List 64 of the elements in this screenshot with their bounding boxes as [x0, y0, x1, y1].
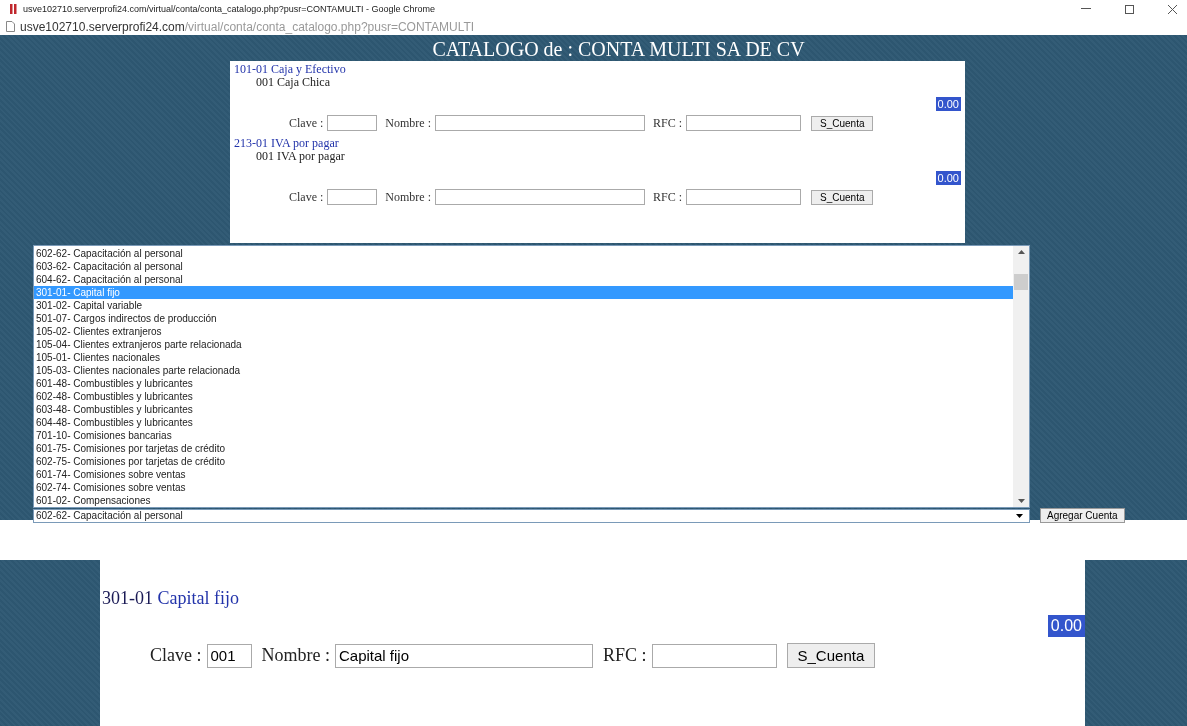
- field-label: RFC :: [653, 189, 682, 205]
- list-option[interactable]: 601-48- Combustibles y lubricantes: [34, 377, 1013, 390]
- text-field[interactable]: [651, 643, 777, 668]
- page-icon: [6, 21, 15, 32]
- list-option[interactable]: 301-02- Capital variable: [34, 299, 1013, 312]
- list-option[interactable]: 602-75- Comisiones por tarjetas de crédito: [34, 455, 1013, 468]
- text-field[interactable]: [686, 189, 801, 205]
- text-field[interactable]: Capital fijo: [335, 643, 593, 668]
- subaccount-label: 001 Caja Chica: [255, 76, 331, 89]
- list-option[interactable]: 604-48- Combustibles y lubricantes: [34, 416, 1013, 429]
- list-option[interactable]: 603-48- Combustibles y lubricantes: [34, 403, 1013, 416]
- address-url[interactable]: usve102710.serverprofi24.com/virtual/conta/conta_catalogo.php?pusr=CONTAMULTI: [20, 19, 475, 34]
- scrollbar-thumb[interactable]: [1014, 274, 1028, 290]
- minimize-icon[interactable]: [1081, 8, 1091, 10]
- scroll-up-icon[interactable]: [1017, 250, 1025, 254]
- account-heading: 213-01 IVA por pagar: [234, 137, 340, 150]
- list-option[interactable]: 105-02- Clientes extranjeros: [34, 325, 1013, 338]
- field-label: Clave :: [150, 645, 202, 666]
- account-heading: 101-01 Caja y Efectivo: [234, 63, 347, 76]
- add-account-button[interactable]: Agregar Cuenta: [1040, 508, 1125, 523]
- scrollbar[interactable]: [1013, 246, 1029, 507]
- text-field[interactable]: [686, 115, 801, 131]
- scroll-down-icon[interactable]: [1017, 499, 1025, 503]
- amount-badge: 0.00: [1047, 615, 1085, 637]
- list-option[interactable]: 604-62- Capacitación al personal: [34, 273, 1013, 286]
- app-icon: [10, 4, 17, 14]
- s-cuenta-button[interactable]: S_Cuenta: [811, 189, 874, 205]
- account-heading: 301-01 Capital fijo: [102, 588, 240, 609]
- s-cuenta-button[interactable]: S_Cuenta: [786, 643, 876, 668]
- list-option[interactable]: 701-10- Comisiones bancarias: [34, 429, 1013, 442]
- field-label: Nombre :: [385, 115, 431, 131]
- list-option[interactable]: 601-74- Comisiones sobre ventas: [34, 468, 1013, 481]
- field-label: Clave :: [289, 189, 324, 205]
- list-option[interactable]: 105-03- Clientes nacionales parte relacionada: [34, 364, 1013, 377]
- text-field[interactable]: [435, 115, 645, 131]
- window-title: usve102710.serverprofi24.com/virtual/conta/conta_catalogo.php?pusr=CONTAMULTI - Google Chrome: [23, 4, 437, 14]
- field-label: RFC :: [653, 115, 682, 131]
- close-icon[interactable]: [1168, 4, 1177, 14]
- text-field[interactable]: [435, 189, 645, 205]
- text-field[interactable]: 001: [206, 643, 252, 668]
- caret-icon: [1016, 513, 1023, 518]
- text-field[interactable]: [327, 115, 378, 131]
- list-option[interactable]: 105-01- Clientes nacionales: [34, 351, 1013, 364]
- field-label: RFC :: [603, 645, 647, 666]
- field-label: Clave :: [289, 115, 324, 131]
- maximize-icon[interactable]: [1125, 4, 1134, 14]
- list-option[interactable]: 501-07- Cargos indirectos de producción: [34, 312, 1013, 325]
- page-title: CATALOGO de : CONTA MULTI SA DE CV: [431, 37, 806, 61]
- list-option[interactable]: 603-62- Capacitación al personal: [34, 260, 1013, 273]
- list-option[interactable]: 602-62- Capacitación al personal: [34, 247, 1013, 260]
- list-option[interactable]: 601-02- Compensaciones: [34, 494, 1013, 507]
- list-option[interactable]: 602-74- Comisiones sobre ventas: [34, 481, 1013, 494]
- field-label: Nombre :: [385, 189, 431, 205]
- text-field[interactable]: [327, 189, 378, 205]
- amount-badge: 0.00: [935, 97, 961, 111]
- account-dropdown[interactable]: 602-62- Capacitación al personal: [33, 508, 1030, 523]
- list-option[interactable]: 602-48- Combustibles y lubricantes: [34, 390, 1013, 403]
- subaccount-label: 001 IVA por pagar: [255, 150, 346, 163]
- list-option[interactable]: 105-04- Clientes extranjeros parte relacionada: [34, 338, 1013, 351]
- field-label: Nombre :: [261, 645, 330, 666]
- account-listbox[interactable]: [33, 245, 1030, 508]
- amount-badge: 0.00: [935, 171, 961, 185]
- list-option[interactable]: 601-75- Comisiones por tarjetas de crédito: [34, 442, 1013, 455]
- s-cuenta-button[interactable]: S_Cuenta: [811, 115, 874, 131]
